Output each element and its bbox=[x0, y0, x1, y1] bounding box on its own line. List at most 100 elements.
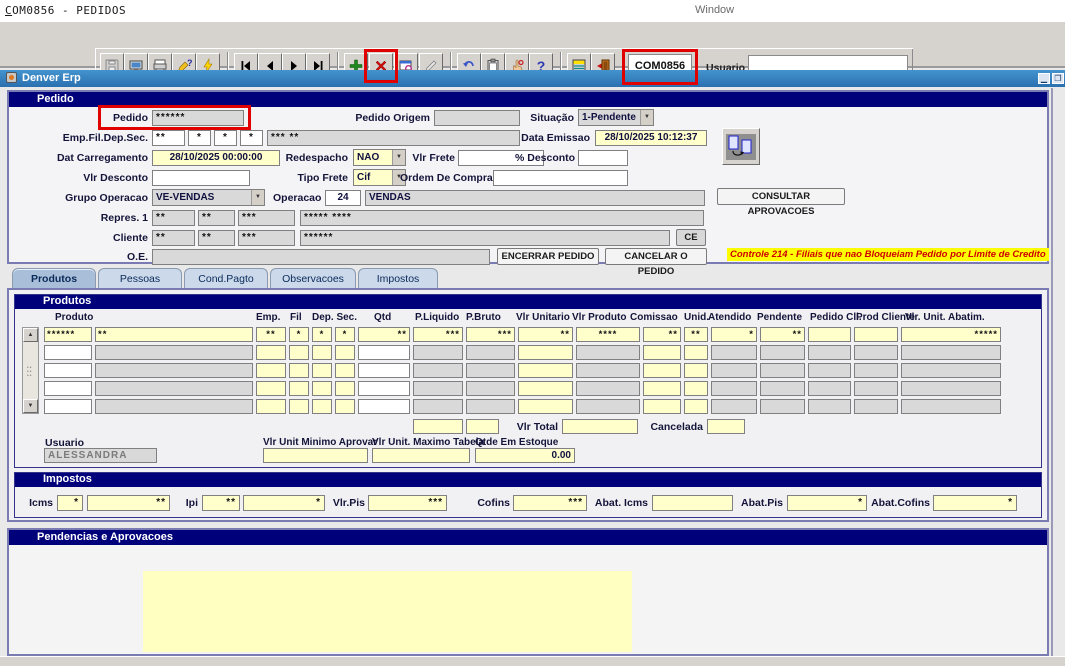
dat-carregamento-field[interactable]: 28/10/2025 00:00:00 bbox=[152, 150, 280, 166]
product-cell[interactable] bbox=[518, 381, 573, 396]
ce-button[interactable]: CE bbox=[676, 229, 706, 246]
emp-field[interactable]: ** bbox=[152, 130, 185, 146]
vlr-unit-maximo-field[interactable] bbox=[372, 448, 470, 463]
product-cell[interactable]: ** bbox=[95, 327, 253, 342]
icms-value-field[interactable]: ** bbox=[87, 495, 170, 511]
scroll-down-icon[interactable]: ▼ bbox=[23, 399, 38, 413]
product-cell[interactable] bbox=[518, 345, 573, 360]
product-cell[interactable] bbox=[256, 381, 286, 396]
product-cell[interactable] bbox=[312, 399, 332, 414]
product-cell[interactable] bbox=[643, 363, 681, 378]
product-cell[interactable] bbox=[289, 363, 309, 378]
product-cell[interactable]: ** bbox=[358, 327, 410, 342]
sec-field[interactable]: * bbox=[240, 130, 263, 146]
product-cell[interactable] bbox=[854, 327, 898, 342]
ipi-value-field[interactable]: * bbox=[243, 495, 325, 511]
product-cell[interactable] bbox=[684, 399, 708, 414]
product-cell[interactable] bbox=[335, 363, 355, 378]
product-cell[interactable]: ** bbox=[518, 327, 573, 342]
product-cell[interactable] bbox=[312, 381, 332, 396]
operacao-code-field[interactable]: 24 bbox=[325, 190, 361, 206]
product-cell[interactable]: * bbox=[312, 327, 332, 342]
product-cell[interactable]: * bbox=[289, 327, 309, 342]
data-emissao-field[interactable]: 28/10/2025 10:12:37 bbox=[595, 130, 707, 146]
product-cell[interactable] bbox=[335, 345, 355, 360]
product-cell[interactable]: ** bbox=[643, 327, 681, 342]
product-cell[interactable]: * bbox=[335, 327, 355, 342]
product-cell[interactable] bbox=[312, 363, 332, 378]
product-cell[interactable] bbox=[643, 381, 681, 396]
cofins-field[interactable]: *** bbox=[513, 495, 587, 511]
product-cell[interactable] bbox=[684, 363, 708, 378]
copy-pedido-button[interactable] bbox=[722, 128, 760, 165]
ordem-compra-field[interactable] bbox=[493, 170, 628, 186]
fil-field[interactable]: * bbox=[188, 130, 211, 146]
product-cell[interactable] bbox=[684, 381, 708, 396]
chevron-down-icon[interactable]: ▼ bbox=[640, 110, 653, 125]
product-cell[interactable]: * bbox=[711, 327, 757, 342]
product-cell[interactable] bbox=[358, 381, 410, 396]
abat-icms-field[interactable] bbox=[652, 495, 733, 511]
grupo-operacao-dropdown[interactable]: VE-VENDAS▼ bbox=[152, 189, 265, 206]
product-cell[interactable]: ** bbox=[684, 327, 708, 342]
abat-pis-field[interactable]: * bbox=[787, 495, 867, 511]
product-cell[interactable]: *** bbox=[413, 327, 463, 342]
product-cell[interactable] bbox=[358, 345, 410, 360]
product-cell[interactable] bbox=[643, 399, 681, 414]
table-row bbox=[44, 399, 1001, 414]
product-cell[interactable]: ****** bbox=[44, 327, 92, 342]
product-cell[interactable] bbox=[289, 399, 309, 414]
vlr-desconto-field[interactable] bbox=[152, 170, 250, 186]
icms-pct-field[interactable]: * bbox=[57, 495, 83, 511]
product-cell[interactable] bbox=[256, 399, 286, 414]
product-cell[interactable] bbox=[518, 399, 573, 414]
product-cell[interactable] bbox=[335, 381, 355, 396]
product-cell[interactable] bbox=[289, 345, 309, 360]
dep-field[interactable]: * bbox=[214, 130, 237, 146]
product-cell[interactable]: ***** bbox=[901, 327, 1001, 342]
tab-impostos[interactable]: Impostos bbox=[358, 268, 438, 289]
redespacho-dropdown[interactable]: NAO▼ bbox=[353, 149, 406, 166]
minimize-button[interactable]: ▁ bbox=[1038, 73, 1050, 84]
product-cell[interactable] bbox=[44, 363, 92, 378]
product-cell[interactable] bbox=[808, 327, 851, 342]
scrollbar-grip[interactable]: •• •• •• bbox=[27, 366, 35, 378]
product-cell[interactable] bbox=[518, 363, 573, 378]
scroll-up-icon[interactable]: ▲ bbox=[23, 328, 38, 342]
chevron-down-icon[interactable]: ▼ bbox=[392, 150, 405, 165]
pct-desconto-field[interactable] bbox=[578, 150, 628, 166]
vlr-unit-minimo-field[interactable] bbox=[263, 448, 368, 463]
vlr-pis-field[interactable]: *** bbox=[368, 495, 447, 511]
ipi-pct-field[interactable]: ** bbox=[202, 495, 240, 511]
maximize-button[interactable]: ❐ bbox=[1052, 73, 1064, 84]
product-cell[interactable] bbox=[358, 363, 410, 378]
tab-produtos[interactable]: Produtos bbox=[12, 268, 96, 289]
product-cell[interactable] bbox=[684, 345, 708, 360]
situacao-dropdown[interactable]: 1-Pendente▼ bbox=[578, 109, 654, 126]
product-cell[interactable]: ** bbox=[760, 327, 805, 342]
cancelar-pedido-button[interactable]: CANCELAR O PEDIDO bbox=[605, 248, 707, 265]
product-cell[interactable] bbox=[256, 345, 286, 360]
abat-cofins-field[interactable]: * bbox=[933, 495, 1017, 511]
product-cell[interactable] bbox=[44, 399, 92, 414]
menu-item-window[interactable]: Window bbox=[695, 4, 734, 16]
product-cell[interactable] bbox=[358, 399, 410, 414]
product-cell[interactable]: ** bbox=[256, 327, 286, 342]
product-cell[interactable] bbox=[289, 381, 309, 396]
product-cell[interactable] bbox=[44, 381, 92, 396]
tab-pessoas[interactable]: Pessoas bbox=[98, 268, 182, 289]
product-cell[interactable] bbox=[44, 345, 92, 360]
product-cell[interactable] bbox=[643, 345, 681, 360]
product-cell[interactable]: *** bbox=[466, 327, 515, 342]
product-cell[interactable]: **** bbox=[576, 327, 640, 342]
consultar-aprovacoes-button[interactable]: CONSULTAR APROVACOES bbox=[717, 188, 845, 205]
record-scrollbar[interactable]: ▲ •• •• •• ▼ bbox=[22, 327, 39, 414]
tipo-frete-dropdown[interactable]: Cif▼ bbox=[353, 169, 406, 186]
tab-observacoes[interactable]: Observacoes bbox=[270, 268, 356, 289]
product-cell[interactable] bbox=[256, 363, 286, 378]
product-cell[interactable] bbox=[335, 399, 355, 414]
chevron-down-icon[interactable]: ▼ bbox=[251, 190, 264, 205]
tab-cond-pagto[interactable]: Cond.Pagto bbox=[184, 268, 268, 289]
encerrar-pedido-button[interactable]: ENCERRAR PEDIDO bbox=[497, 248, 599, 265]
product-cell[interactable] bbox=[312, 345, 332, 360]
